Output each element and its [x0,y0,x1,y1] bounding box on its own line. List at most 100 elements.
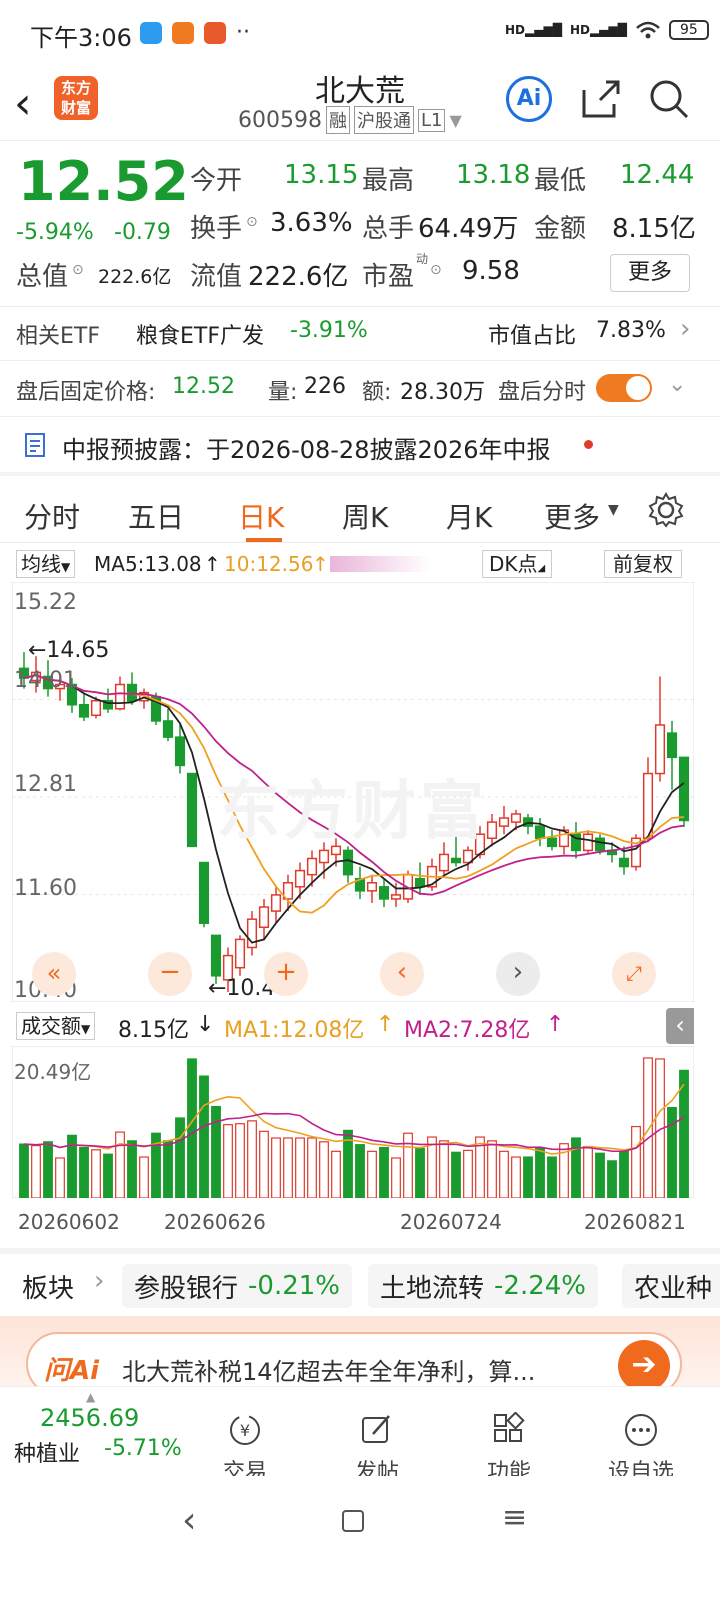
candle [630,834,642,871]
chart-rewind-icon[interactable]: « [32,952,76,996]
vol-select[interactable]: 成交额▼ [16,1012,96,1040]
dk-button[interactable]: DK点◢ [482,550,553,578]
tab-monthly-k[interactable]: 月K [446,496,492,536]
vol-select-label: 成交额 [21,1014,81,1038]
index-pct: -5.71% [104,1436,182,1461]
svg-text:¥: ¥ [240,1421,250,1440]
candle [414,862,426,895]
zoom-in-icon[interactable]: + [264,952,308,996]
turnover-value: 3.63% [270,208,353,238]
vol-arrow-icon: ↓ [196,1012,215,1037]
ai-button[interactable]: Ai [506,76,552,122]
info-icon[interactable]: ⊙ [246,214,258,230]
edit-icon [362,1415,390,1443]
stock-code-row: 600598 融 沪股通 L1 ▼ [238,106,462,134]
vol-ma1-arrow-icon: ↑ [376,1012,395,1037]
ah-expand-icon[interactable]: ⌄ [668,372,686,397]
add-watchlist-button[interactable]: 设自选 [576,1412,706,1486]
nav-menu-icon[interactable]: ≡ [502,1500,527,1535]
volume-bar [43,1141,53,1198]
index-up-arrow-icon: ▲ [86,1390,96,1404]
high-value: 13.18 [456,160,531,190]
tab-intraday[interactable]: 分时 [24,496,80,536]
volume-bar [127,1140,137,1198]
etf-name[interactable]: 粮食ETF广发 [136,318,264,350]
ai-question-text[interactable]: 北大荒补税14亿超去年全年净利，算... [122,1352,535,1387]
fullscreen-icon[interactable]: ⤢ [612,952,656,996]
ah-toggle[interactable] [596,374,652,402]
signal-icon: HD▂▄▆█ [505,23,562,37]
index-value[interactable]: 2456.69 [40,1404,139,1432]
volume-bar [271,1137,281,1198]
sector-name-1: 土地流转 [380,1273,485,1304]
volume-bar [595,1152,605,1198]
etf-label: 相关ETF [16,324,100,349]
ai-send-arrow-icon[interactable]: ➔ [618,1340,670,1392]
volume-bar [643,1057,653,1198]
mi-notification-icon [172,21,194,44]
ma-select[interactable]: 均线▼ [16,550,76,578]
candle [534,818,546,847]
more-button[interactable]: 更多 [610,254,690,292]
candle [198,861,210,928]
etf-pct: -3.91% [290,318,368,343]
pe-info-icon[interactable]: ⊙ [430,262,442,278]
chart-prev-icon[interactable]: ‹ [380,952,424,996]
index-name[interactable]: 种植业 [14,1436,80,1468]
volume-chart[interactable] [12,1046,694,1198]
candle [162,708,174,742]
sector-chip-0[interactable]: 参股银行 -0.21% [122,1264,352,1308]
tab-more[interactable]: 更多 [544,496,600,536]
volume-bar [187,1058,197,1198]
notice-text[interactable]: 中报预披露：于2026-08-28披露2026年中报 [62,430,551,465]
share-icon[interactable] [580,78,622,120]
functions-button[interactable]: 功能 [444,1411,574,1486]
vol-max-label: 20.49亿 [14,1060,92,1084]
collapse-panel-icon[interactable]: ‹ [666,1008,694,1044]
sector-chip-1[interactable]: 土地流转 -2.24% [368,1264,598,1308]
ma10-arrow-icon: ↑ [312,552,329,576]
tab-5day[interactable]: 五日 [128,496,184,536]
volume-bar [607,1160,617,1198]
candle [294,862,306,899]
more-dots-icon [625,1414,657,1446]
mktcap-label: 总值 [16,262,69,292]
candle [258,898,270,940]
nav-home-icon[interactable] [342,1510,364,1532]
volume-bar [619,1150,629,1198]
trade-button[interactable]: ¥ 交易 [180,1412,310,1486]
vol-ma1: MA1:12.08亿 [224,1018,365,1043]
volume-bar [379,1146,389,1198]
settings-gear-icon[interactable] [648,492,684,528]
etf-chevron-icon[interactable]: › [680,314,690,344]
tag-connect: 沪股通 [353,106,414,134]
dk-label: DK点 [489,552,538,576]
stock-code: 600598 [238,107,322,133]
volume-bar [115,1131,125,1198]
candle [546,830,558,851]
nav-back-icon[interactable]: ‹ [182,1500,196,1541]
sector-chevron-icon[interactable]: › [94,1266,104,1296]
volume-bar [355,1144,365,1198]
mktcap-info-icon[interactable]: ⊙ [72,262,84,278]
chart-next-icon[interactable]: › [496,952,540,996]
candle [102,688,114,713]
tab-weekly-k[interactable]: 周K [342,496,388,536]
document-icon [25,433,45,457]
sector-chip-2[interactable]: 农业种 [622,1264,720,1308]
zoom-out-icon[interactable]: − [148,952,192,996]
date-0: 20260602 [18,1210,120,1234]
volume-bar [391,1157,401,1198]
tab-daily-k[interactable]: 日K [238,496,284,536]
candle [234,935,246,976]
search-icon[interactable] [648,78,690,120]
post-button[interactable]: 发帖 [312,1412,442,1486]
sector-label[interactable]: 板块 [22,1268,74,1305]
etf-ratio-label: 市值占比 [488,324,577,349]
tab-more-dropdown-icon[interactable]: ▼ [608,502,619,518]
tag-dropdown-icon[interactable]: ▼ [449,111,461,130]
sector-pct-0: -0.21% [248,1271,340,1301]
adjust-button[interactable]: 前复权 [604,550,682,578]
ma5-arrow-icon: ↑ [204,552,221,576]
ma-select-label: 均线 [21,552,61,576]
